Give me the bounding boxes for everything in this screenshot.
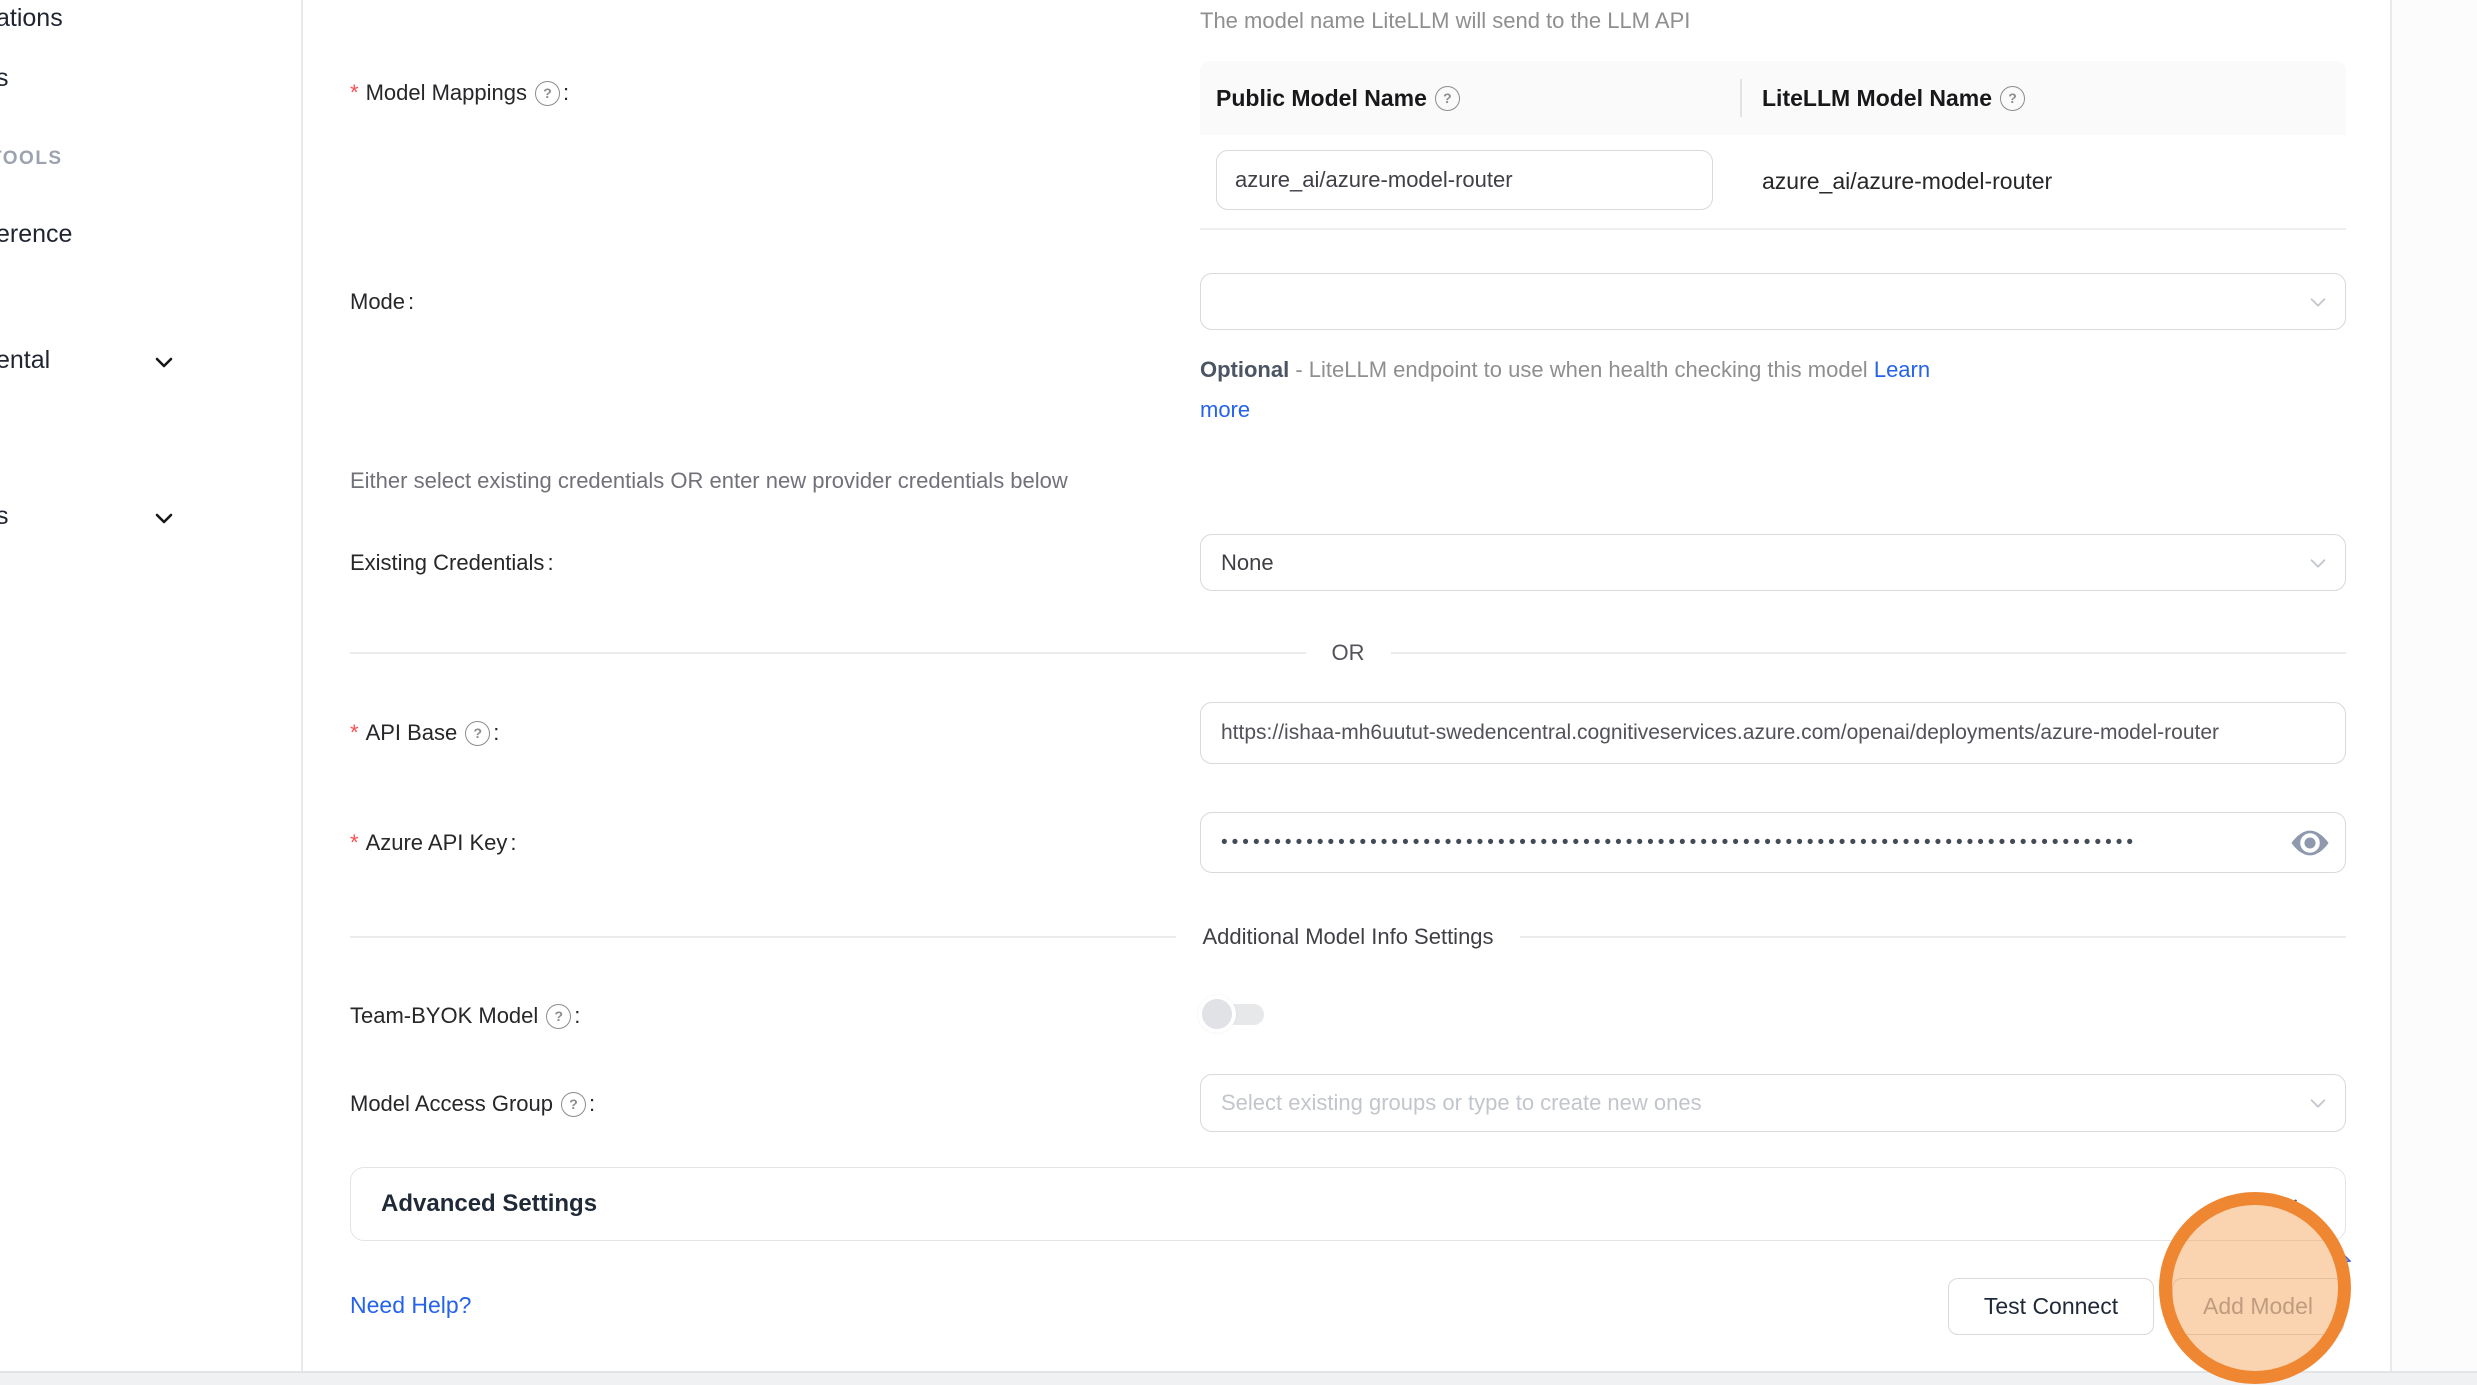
azure-api-key-label-text: Azure API Key xyxy=(366,830,508,856)
additional-settings-divider: Additional Model Info Settings xyxy=(350,922,2346,952)
table-header-row: Public Model Name ? LiteLLM Model Name ? xyxy=(1200,61,2346,135)
model-access-group-label: Model Access Group ? : xyxy=(350,1087,595,1121)
sidebar-item-organizations[interactable]: ations xyxy=(0,4,63,33)
colon: : xyxy=(574,1003,580,1029)
column-header-litellm-model-name: LiteLLM Model Name ? xyxy=(1740,61,2346,135)
add-model-button[interactable]: Add Model xyxy=(2172,1278,2344,1335)
sidebar-item-users[interactable]: s xyxy=(0,64,9,93)
model-name-hint: The model name LiteLLM will send to the … xyxy=(1200,8,1690,34)
or-divider-text: OR xyxy=(1306,640,1391,666)
test-connect-button[interactable]: Test Connect xyxy=(1948,1278,2154,1335)
help-icon[interactable]: ? xyxy=(546,1004,571,1029)
model-access-group-select[interactable]: Select existing groups or type to create… xyxy=(1200,1074,2346,1132)
column-header-text: Public Model Name xyxy=(1216,85,1427,112)
chevron-down-icon xyxy=(2307,291,2329,313)
api-base-label-text: API Base xyxy=(366,720,458,746)
team-byok-toggle[interactable] xyxy=(1200,996,1266,1032)
add-model-page: ations s TOOLS erence ental s The model … xyxy=(0,0,2477,1385)
litellm-model-name-value: azure_ai/azure-model-router xyxy=(1762,135,2052,228)
existing-credentials-select[interactable]: None xyxy=(1200,534,2346,591)
help-icon[interactable]: ? xyxy=(2000,86,2025,111)
learn-more-link[interactable]: Learn xyxy=(1874,357,1930,382)
cursor-icon xyxy=(2336,1248,2352,1275)
or-divider: OR xyxy=(350,638,2346,668)
colon: : xyxy=(547,550,553,576)
mode-hint-bold: Optional xyxy=(1200,357,1289,382)
sidebar-section-tools: TOOLS xyxy=(0,148,63,170)
chevron-down-icon xyxy=(152,506,176,535)
column-header-text: LiteLLM Model Name xyxy=(1762,85,1992,112)
required-mark: * xyxy=(350,832,359,854)
eye-icon[interactable] xyxy=(2289,828,2331,858)
api-base-label: * API Base ? : xyxy=(350,716,499,750)
public-model-name-input[interactable] xyxy=(1216,150,1713,210)
api-base-value: https://ishaa-mh6uutut-swedencentral.cog… xyxy=(1221,721,2219,745)
azure-api-key-input[interactable]: ••••••••••••••••••••••••••••••••••••••••… xyxy=(1200,812,2346,873)
colon: : xyxy=(563,80,569,106)
colon: : xyxy=(510,830,516,856)
model-access-group-label-text: Model Access Group xyxy=(350,1091,553,1117)
model-mappings-label-text: Model Mappings xyxy=(366,80,527,106)
table-row: azure_ai/azure-model-router xyxy=(1200,135,2346,230)
required-mark: * xyxy=(350,82,359,104)
right-gutter xyxy=(2392,0,2477,1372)
help-icon[interactable]: ? xyxy=(465,721,490,746)
team-byok-label-text: Team-BYOK Model xyxy=(350,1003,538,1029)
advanced-settings-header[interactable]: Advanced Settings xyxy=(350,1167,2346,1241)
help-icon[interactable]: ? xyxy=(535,81,560,106)
required-mark: * xyxy=(350,722,359,744)
help-icon[interactable]: ? xyxy=(561,1092,586,1117)
model-mappings-label: * Model Mappings ? : xyxy=(350,76,569,110)
column-header-public-model-name: Public Model Name ? xyxy=(1200,61,1740,135)
mode-hint-text: - LiteLLM endpoint to use when health ch… xyxy=(1295,357,1867,382)
toggle-knob xyxy=(1198,995,1236,1033)
mode-hint: Optional - LiteLLM endpoint to use when … xyxy=(1200,350,2100,430)
mode-label-text: Mode xyxy=(350,289,405,315)
chevron-down-icon xyxy=(152,350,176,379)
colon: : xyxy=(589,1091,595,1117)
sidebar: ations s TOOLS erence ental s xyxy=(0,0,301,1372)
chevron-down-icon xyxy=(2275,1191,2301,1217)
model-access-group-placeholder: Select existing groups or type to create… xyxy=(1221,1090,1702,1116)
mode-label: Mode : xyxy=(350,285,414,319)
chevron-down-icon xyxy=(2307,552,2329,574)
divider-line xyxy=(1520,936,2346,938)
divider-line xyxy=(1391,652,2347,654)
help-icon[interactable]: ? xyxy=(1435,86,1460,111)
sidebar-item-settings[interactable]: s xyxy=(0,502,9,531)
sidebar-divider xyxy=(301,0,303,1372)
existing-credentials-label: Existing Credentials : xyxy=(350,546,554,580)
masked-api-key: ••••••••••••••••••••••••••••••••••••••••… xyxy=(1221,832,2137,854)
column-divider xyxy=(1740,79,1742,117)
page-bottom-strip xyxy=(0,1373,2477,1385)
chevron-down-icon xyxy=(2307,1092,2329,1114)
need-help-link[interactable]: Need Help? xyxy=(350,1292,471,1319)
divider-line xyxy=(350,652,1306,654)
sidebar-item-api-reference[interactable]: erence xyxy=(0,220,72,249)
team-byok-label: Team-BYOK Model ? : xyxy=(350,999,580,1033)
card-right-border xyxy=(2390,0,2392,1372)
advanced-settings-label: Advanced Settings xyxy=(381,1190,597,1218)
divider-line xyxy=(350,936,1176,938)
existing-credentials-label-text: Existing Credentials xyxy=(350,550,544,576)
existing-credentials-value: None xyxy=(1221,550,1274,576)
model-mappings-table: Public Model Name ? LiteLLM Model Name ?… xyxy=(1200,61,2346,230)
colon: : xyxy=(408,289,414,315)
learn-more-link[interactable]: more xyxy=(1200,397,1250,422)
azure-api-key-label: * Azure API Key : xyxy=(350,826,517,860)
mode-select[interactable] xyxy=(1200,273,2346,330)
colon: : xyxy=(493,720,499,746)
api-base-input[interactable]: https://ishaa-mh6uutut-swedencentral.cog… xyxy=(1200,702,2346,764)
credentials-hint: Either select existing credentials OR en… xyxy=(350,468,1068,494)
additional-settings-divider-text: Additional Model Info Settings xyxy=(1176,924,1519,950)
sidebar-item-experimental[interactable]: ental xyxy=(0,346,50,375)
